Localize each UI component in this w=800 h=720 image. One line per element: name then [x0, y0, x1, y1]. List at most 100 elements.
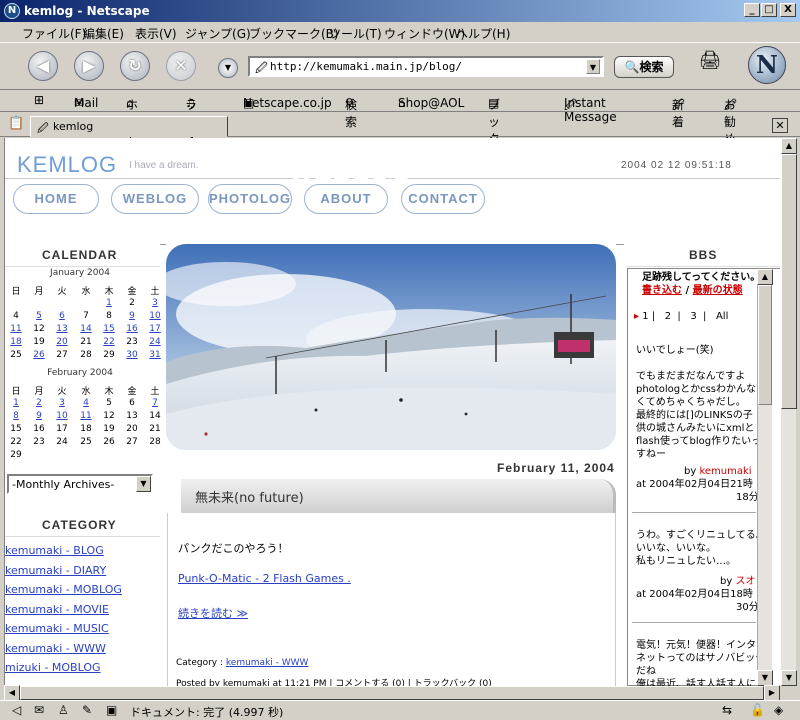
calendar-day[interactable]: 1	[5, 398, 27, 408]
stop-button[interactable]: ✕	[166, 51, 196, 81]
menu-help[interactable]: ヘルプ(H)	[456, 25, 510, 42]
site-logo[interactable]: KEMLOG	[17, 152, 117, 178]
menu-bookmarks[interactable]: ブックマーク(B)	[249, 25, 339, 42]
window-titlebar[interactable]: N kemlog - Netscape _ □ X	[0, 0, 800, 22]
category-link[interactable]: kemumaki - MOBLOG	[5, 583, 122, 596]
bbs-scrollbar[interactable]: ▲ ▼	[757, 269, 773, 686]
calendar-day[interactable]: 14	[75, 324, 97, 334]
nav-photolog[interactable]: PHOTOLOG	[208, 184, 292, 214]
calendar-day[interactable]: 3	[144, 298, 166, 308]
category-link[interactable]: kemumaki - MUSIC	[5, 622, 109, 635]
menu-file[interactable]: ファイル(F)	[22, 25, 86, 42]
nav-about[interactable]: ABOUT	[304, 184, 388, 214]
menu-view[interactable]: 表示(V)	[135, 25, 177, 42]
nav-contact[interactable]: CONTACT	[401, 184, 485, 214]
close-button[interactable]: X	[780, 3, 796, 17]
bbs-page-2[interactable]: 2	[665, 311, 671, 322]
menu-go[interactable]: ジャンプ(G)	[185, 25, 251, 42]
search-button[interactable]: 🔍検索	[614, 56, 674, 78]
calendar-day[interactable]: 16	[121, 324, 143, 334]
calendar-day[interactable]: 10	[51, 411, 73, 421]
category-link[interactable]: kemumaki - DIARY	[5, 564, 106, 577]
scroll-right-icon[interactable]: ▶	[764, 685, 780, 701]
post-link[interactable]: Punk-O-Matic - 2 Flash Games .	[178, 572, 351, 585]
forward-button[interactable]: ▶	[74, 51, 104, 81]
calendar-day[interactable]: 11	[75, 411, 97, 421]
url-dropdown-button[interactable]: ▼	[586, 59, 600, 74]
calendar-day[interactable]: 9	[28, 411, 50, 421]
menu-tools[interactable]: ツール(T)	[329, 25, 382, 42]
back-button[interactable]: ◀	[28, 51, 58, 81]
sidebar-toggle-icon[interactable]: ◁	[12, 703, 21, 717]
bbs-write-link[interactable]: 書き込む	[642, 285, 682, 296]
calendar-day[interactable]: 15	[98, 324, 120, 334]
aim-icon[interactable]: ♙	[58, 703, 69, 717]
read-more-link[interactable]: 続きを読む ≫	[178, 605, 248, 621]
calendar-day[interactable]: 30	[121, 350, 143, 360]
scroll-down-icon[interactable]: ▼	[757, 670, 773, 686]
minimize-button[interactable]: _	[744, 3, 760, 17]
page-scroll-thumb[interactable]	[781, 154, 797, 409]
tab-kemlog[interactable]: 🖉 kemlog	[30, 116, 228, 137]
netscape-logo[interactable]: N	[748, 46, 786, 84]
page-horizontal-scrollbar[interactable]: ◀ ▶	[4, 685, 780, 701]
print-button[interactable]: 🖨	[697, 50, 723, 72]
scroll-up-icon[interactable]: ▲	[757, 269, 773, 285]
monthly-archives-select[interactable]: -Monthly Archives- ▼	[7, 474, 153, 494]
nav-weblog[interactable]: WEBLOG	[111, 184, 199, 214]
calendar-day[interactable]: 26	[28, 350, 50, 360]
calendar-day[interactable]: 10	[144, 311, 166, 321]
calendar-day[interactable]: 20	[51, 337, 73, 347]
post-category-link[interactable]: kemumaki - WWW	[226, 658, 309, 668]
category-link[interactable]: kemumaki - BLOG	[5, 544, 104, 557]
calendar-day[interactable]: 11	[5, 324, 27, 334]
online-status-icon[interactable]: ⇆	[722, 703, 732, 717]
toolbar-grip-icon[interactable]: ⊞	[34, 93, 44, 107]
menu-edit[interactable]: 編集(E)	[83, 25, 124, 42]
calendar-day[interactable]: 6	[51, 311, 73, 321]
address-book-icon[interactable]: ▣	[106, 703, 117, 717]
composer-icon[interactable]: ✎	[82, 703, 92, 717]
tab-close-button[interactable]: ✕	[772, 118, 788, 133]
bbs-entry-by: kemumaki	[699, 466, 752, 477]
page-vertical-scrollbar[interactable]: ▲ ▼	[780, 138, 797, 686]
bbs-latest-link[interactable]: 最新の状態	[693, 285, 743, 296]
calendar-day: 7	[83, 311, 89, 321]
nav-home[interactable]: HOME	[13, 184, 99, 214]
maximize-button[interactable]: □	[761, 3, 777, 17]
menu-window[interactable]: ウィンドウ(W)	[384, 25, 465, 42]
category-link[interactable]: kemumaki - WWW	[5, 642, 106, 655]
category-link[interactable]: kemumaki - MOVIE	[5, 603, 109, 616]
pt-shop-label: Shop@AOL	[398, 96, 465, 110]
bbs-page-all[interactable]: All	[716, 311, 728, 322]
calendar-day[interactable]: 1	[98, 298, 120, 308]
bbs-scroll-thumb[interactable]	[758, 285, 772, 405]
scroll-up-icon[interactable]: ▲	[781, 138, 797, 154]
url-history-button[interactable]: ▼	[218, 58, 238, 78]
reload-button[interactable]: ↻	[120, 51, 150, 81]
scroll-down-icon[interactable]: ▼	[781, 670, 797, 686]
calendar-day[interactable]: 18	[5, 337, 27, 347]
calendar-day[interactable]: 22	[98, 337, 120, 347]
url-bar[interactable]: 🖉 ▼	[248, 56, 604, 77]
page-hscroll-thumb[interactable]	[20, 686, 764, 700]
url-input[interactable]	[270, 59, 580, 74]
bbs-page-1[interactable]: 1	[642, 311, 648, 322]
calendar-day[interactable]: 17	[144, 324, 166, 334]
bbs-page-3[interactable]: 3	[690, 311, 696, 322]
calendar-day[interactable]: 7	[144, 398, 166, 408]
sidebar-toggle-icon[interactable]: 📋	[8, 116, 24, 131]
mail-icon[interactable]: ✉	[34, 703, 44, 717]
calendar-day[interactable]: 9	[121, 311, 143, 321]
category-link[interactable]: mizuki - MOBLOG	[5, 661, 101, 674]
scroll-left-icon[interactable]: ◀	[4, 685, 20, 701]
calendar-day[interactable]: 8	[5, 411, 27, 421]
archives-dropdown-button[interactable]: ▼	[136, 476, 151, 492]
calendar-day[interactable]: 13	[51, 324, 73, 334]
calendar-day[interactable]: 2	[28, 398, 50, 408]
calendar-day[interactable]: 24	[144, 337, 166, 347]
calendar-day[interactable]: 5	[28, 311, 50, 321]
calendar-day[interactable]: 3	[51, 398, 73, 408]
calendar-day[interactable]: 31	[144, 350, 166, 360]
calendar-day[interactable]: 4	[75, 398, 97, 408]
